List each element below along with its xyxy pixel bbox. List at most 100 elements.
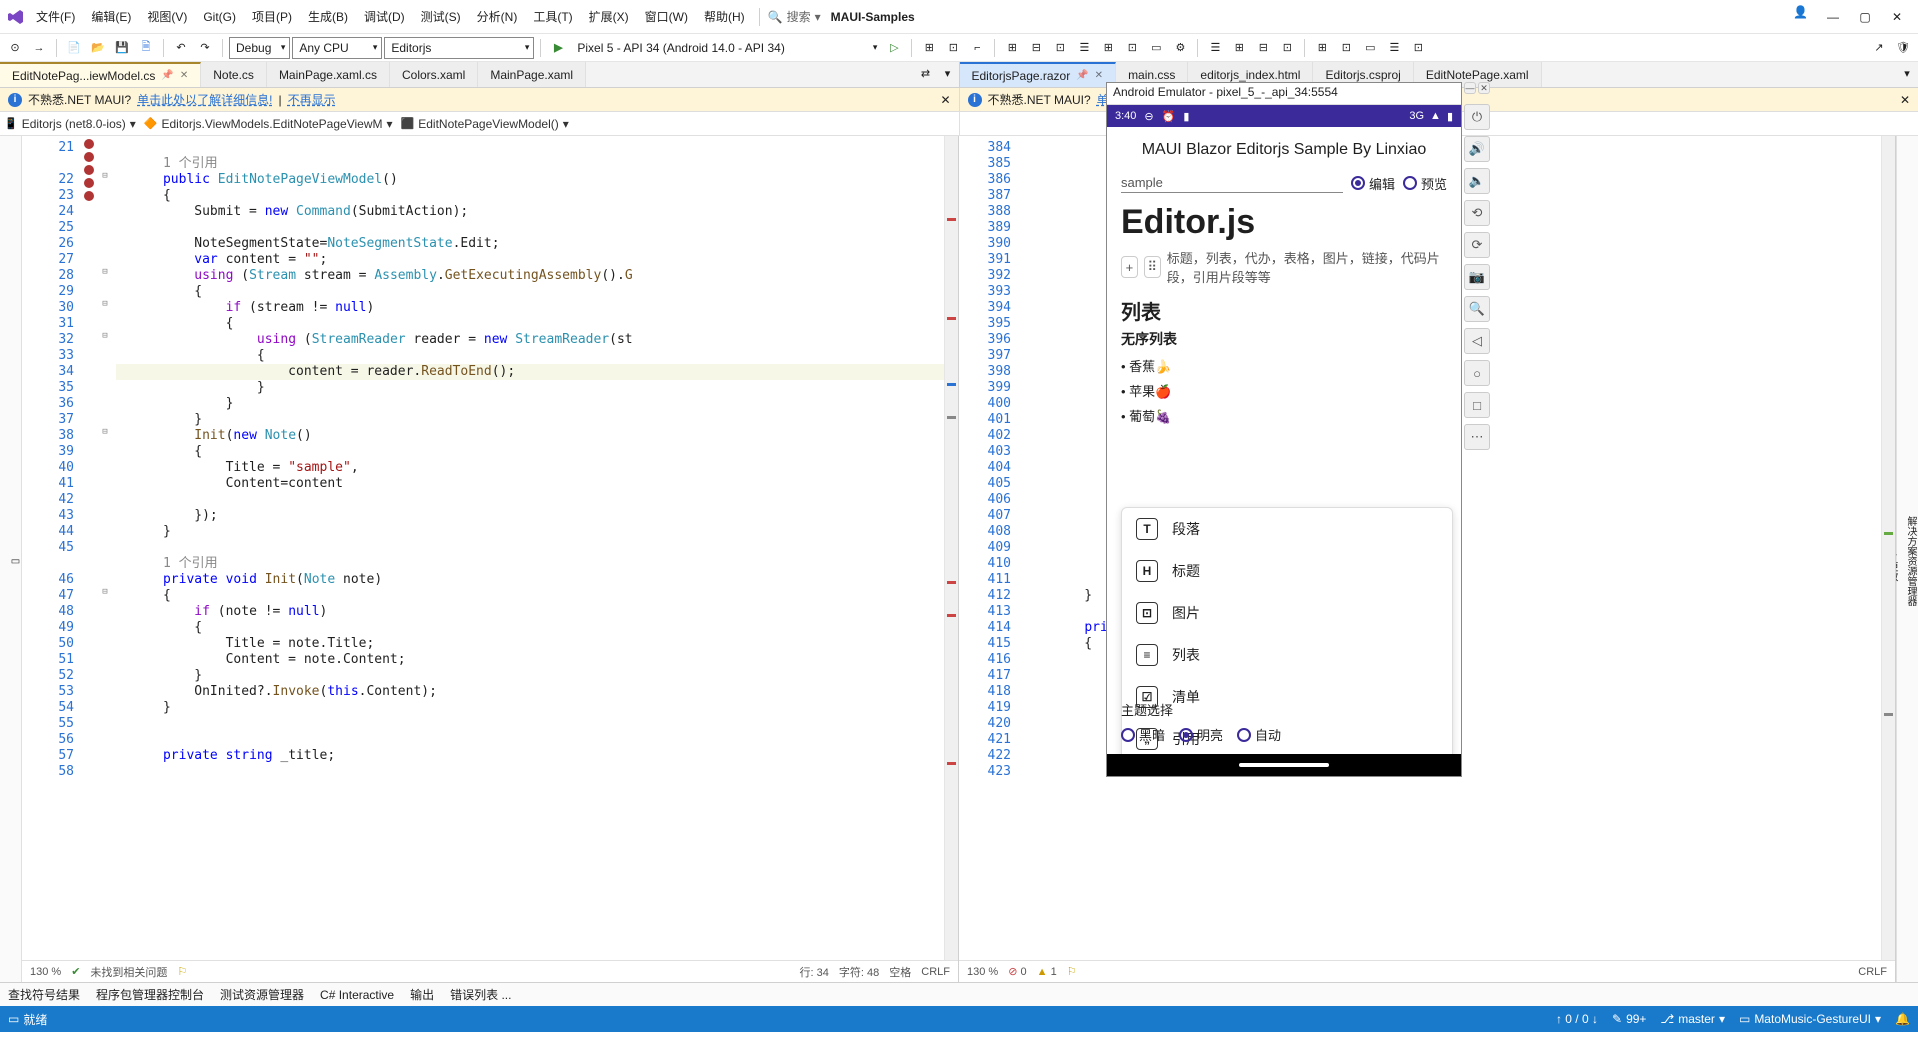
crumb-method[interactable]: ⬛EditNotePageViewModel()▾ [401, 117, 569, 131]
breakpoint-gutter[interactable] [1017, 136, 1035, 960]
menu-build[interactable]: 生成(B) [302, 4, 354, 29]
add-block-button[interactable]: + [1121, 256, 1138, 278]
pin-icon[interactable]: 📌 [161, 70, 173, 81]
crumb-project[interactable]: 📱Editorjs (net8.0-ios)▾ [4, 117, 136, 131]
startup-project-dropdown[interactable]: Editorjs [384, 37, 534, 59]
tab-mainpage-cs[interactable]: MainPage.xaml.cs [267, 62, 390, 87]
git-sync[interactable]: ↑ 0 / 0 ↓ [1556, 1012, 1598, 1026]
emu-back-button[interactable]: ◁ [1464, 328, 1490, 354]
close-icon[interactable]: ✕ [180, 70, 188, 81]
tab-note[interactable]: Note.cs [201, 62, 267, 87]
tb-icon[interactable]: ⚙ [1169, 37, 1191, 59]
popup-item-image[interactable]: ⊡图片 [1122, 592, 1452, 634]
bottom-tab[interactable]: 程序包管理器控制台 [96, 986, 204, 1003]
share-button[interactable]: ↗ [1868, 37, 1890, 59]
save-button[interactable]: 💾 [111, 37, 133, 59]
list-item[interactable]: • 葡萄🍇 [1121, 403, 1447, 428]
list-heading[interactable]: 列表 [1121, 296, 1447, 325]
tb-icon[interactable]: ☰ [1073, 37, 1095, 59]
menu-debug[interactable]: 调试(D) [358, 4, 411, 29]
indent-indicator[interactable]: 空格 [889, 964, 911, 980]
tb-icon[interactable]: ⊞ [1097, 37, 1119, 59]
close-button[interactable]: ✕ [1882, 5, 1912, 29]
app-body[interactable]: MAUI Blazor Editorjs Sample By Linxiao s… [1107, 127, 1461, 754]
breakpoint-gutter[interactable] [80, 136, 98, 960]
redo-button[interactable]: ↷ [194, 37, 216, 59]
bottom-tab[interactable]: 查找符号结果 [8, 986, 80, 1003]
emu-screenshot-button[interactable]: 📷 [1464, 264, 1490, 290]
code-editor-left[interactable]: 2122232425262728293031323334353637383940… [22, 136, 958, 960]
theme-light-radio[interactable]: 明亮 [1179, 725, 1223, 744]
tab-colors[interactable]: Colors.xaml [390, 62, 478, 87]
git-stash[interactable]: ✎ 99+ [1612, 1012, 1646, 1026]
minimize-button[interactable]: — [1818, 5, 1848, 29]
emu-power-button[interactable]: ⏻ [1464, 104, 1490, 130]
menu-file[interactable]: 文件(F) [30, 4, 81, 29]
col-indicator[interactable]: 字符: 48 [839, 964, 879, 980]
tab-editorjspage[interactable]: EditorjsPage.razor 📌 ✕ [960, 62, 1117, 87]
tb-icon[interactable]: ⊟ [1025, 37, 1047, 59]
bottom-tab[interactable]: 错误列表 ... [450, 986, 511, 1003]
tab-menu-icon[interactable]: ▾ [1896, 62, 1918, 84]
list-item[interactable]: • 苹果🍎 [1121, 378, 1447, 403]
close-icon[interactable]: ✕ [1095, 70, 1103, 81]
error-count[interactable]: ⊘ 0 [1008, 965, 1026, 978]
git-branch[interactable]: ⎇ master ▾ [1660, 1012, 1725, 1026]
menu-view[interactable]: 视图(V) [141, 4, 193, 29]
menu-edit[interactable]: 编辑(E) [85, 4, 137, 29]
overview-ruler[interactable] [944, 136, 958, 960]
tb-icon[interactable]: ⊡ [1276, 37, 1298, 59]
fold-gutter[interactable] [1035, 136, 1049, 960]
git-repo[interactable]: ▭ MatoMusic-GestureUI ▾ [1739, 1012, 1881, 1026]
emu-overview-button[interactable]: □ [1464, 392, 1490, 418]
tb-icon[interactable]: ⊞ [1311, 37, 1333, 59]
popup-item-paragraph[interactable]: T段落 [1122, 508, 1452, 550]
close-icon[interactable]: ✕ [940, 93, 950, 107]
tune-block-button[interactable]: ⠿ [1144, 256, 1161, 278]
tb-icon[interactable]: ☰ [1383, 37, 1405, 59]
overview-ruler[interactable] [1881, 136, 1895, 960]
line-indicator[interactable]: 行: 34 [800, 964, 829, 980]
emu-rotate-left-button[interactable]: ⟲ [1464, 200, 1490, 226]
title-input[interactable]: sample [1121, 173, 1343, 193]
menu-analyze[interactable]: 分析(N) [471, 4, 524, 29]
left-toolstrip[interactable]: ▭ [0, 136, 22, 982]
tb-icon[interactable]: ▭ [1145, 37, 1167, 59]
tab-overflow-icon[interactable]: ⇄ [915, 62, 937, 84]
admin-button[interactable]: 🛡 [1892, 37, 1914, 59]
emu-volup-button[interactable]: 🔊 [1464, 136, 1490, 162]
emu-home-button[interactable]: ○ [1464, 360, 1490, 386]
tb-icon[interactable]: ▭ [1359, 37, 1381, 59]
tb-icon[interactable]: ⊟ [1252, 37, 1274, 59]
right-toolstrip[interactable]: 解决方案资源管理器 Git 更改 [1896, 136, 1918, 982]
emu-rotate-right-button[interactable]: ⟳ [1464, 232, 1490, 258]
tab-editnotepageviewmodel[interactable]: EditNotePag...iewModel.cs 📌 ✕ [0, 62, 201, 87]
close-icon[interactable]: ✕ [1900, 93, 1910, 107]
theme-dark-radio[interactable]: 黑暗 [1121, 725, 1165, 744]
start-debug-button[interactable]: ▶ [547, 37, 569, 59]
info-link-dismiss[interactable]: 不再显示 [288, 91, 336, 108]
list-subheading[interactable]: 无序列表 [1121, 329, 1447, 349]
menu-help[interactable]: 帮助(H) [698, 4, 751, 29]
mode-edit-radio[interactable]: 编辑 [1351, 174, 1395, 193]
menu-window[interactable]: 窗口(W) [639, 4, 694, 29]
tb-icon[interactable]: ⊡ [1335, 37, 1357, 59]
menu-project[interactable]: 项目(P) [246, 4, 298, 29]
platform-dropdown[interactable]: Any CPU [292, 37, 382, 59]
fold-gutter[interactable]: ⊟⊟⊟⊟⊟⊟ [98, 136, 112, 960]
theme-auto-radio[interactable]: 自动 [1237, 725, 1281, 744]
open-button[interactable]: 📂 [87, 37, 109, 59]
start-nodebug-button[interactable]: ▷ [883, 37, 905, 59]
account-icon[interactable]: 👤 [1793, 5, 1808, 29]
tb-icon[interactable]: ⊡ [1121, 37, 1143, 59]
emu-voldown-button[interactable]: 🔈 [1464, 168, 1490, 194]
maximize-button[interactable]: ▢ [1850, 5, 1880, 29]
tb-icon[interactable]: ⊡ [1049, 37, 1071, 59]
editor-heading[interactable]: Editor.js [1121, 203, 1447, 242]
undo-button[interactable]: ↶ [170, 37, 192, 59]
tb-icon[interactable]: ⊞ [1001, 37, 1023, 59]
tb-icon[interactable]: ⊡ [1407, 37, 1429, 59]
popup-item-list[interactable]: ≡列表 [1122, 634, 1452, 676]
menu-test[interactable]: 测试(S) [415, 4, 467, 29]
new-button[interactable]: 📄 [63, 37, 85, 59]
